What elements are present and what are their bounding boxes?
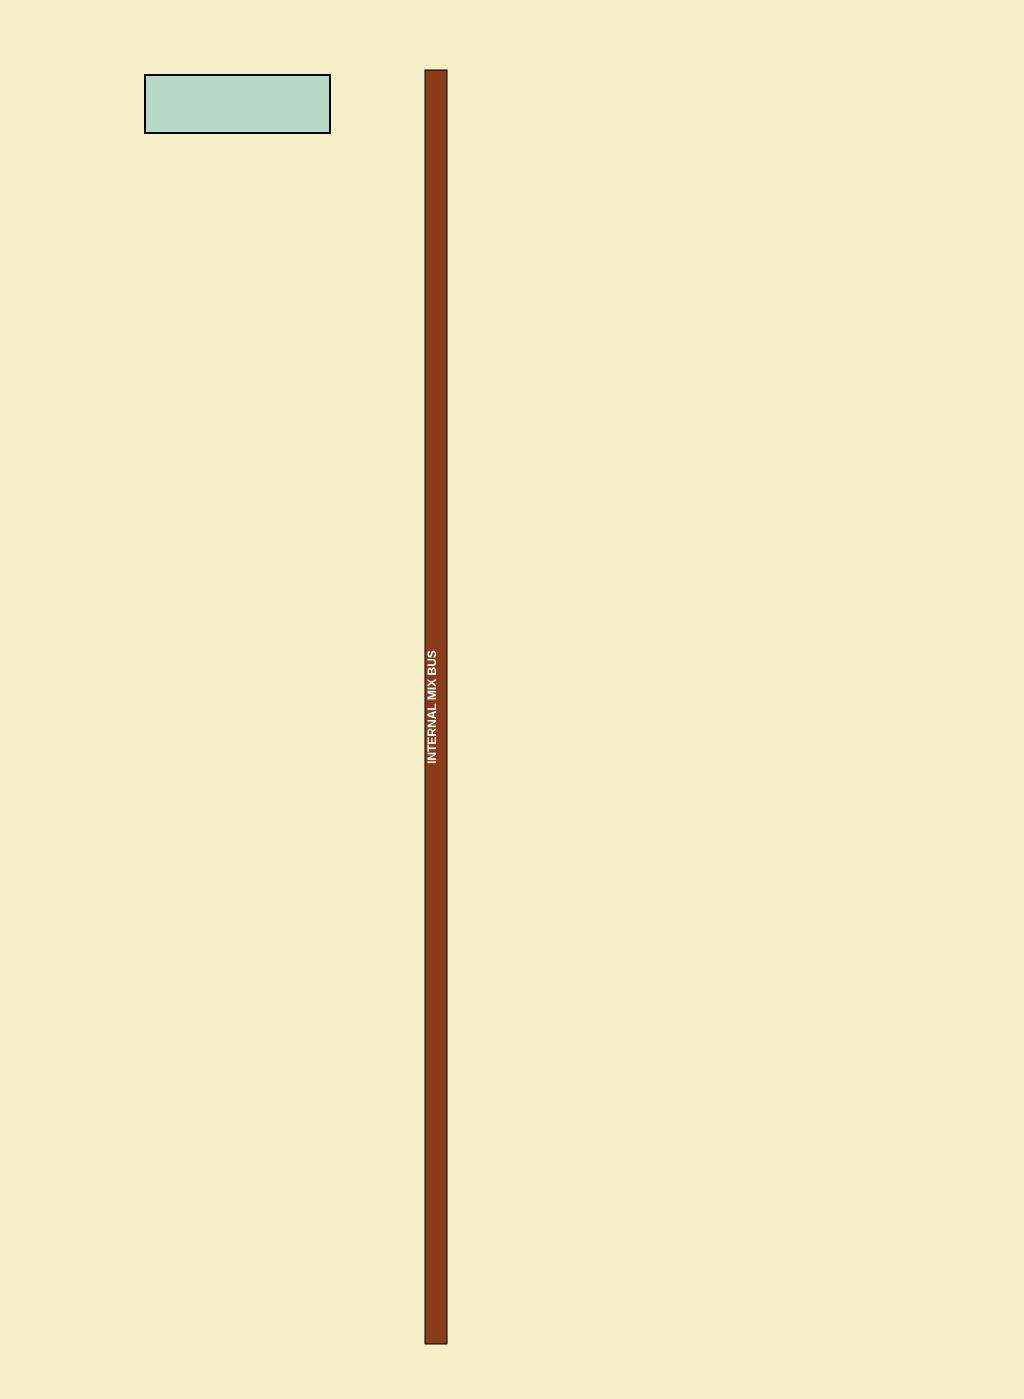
block-diagram: INTERNAL MIX BUS xyxy=(0,0,1024,1399)
channel-box xyxy=(145,75,330,133)
bus-label: INTERNAL MIX BUS xyxy=(425,650,439,764)
